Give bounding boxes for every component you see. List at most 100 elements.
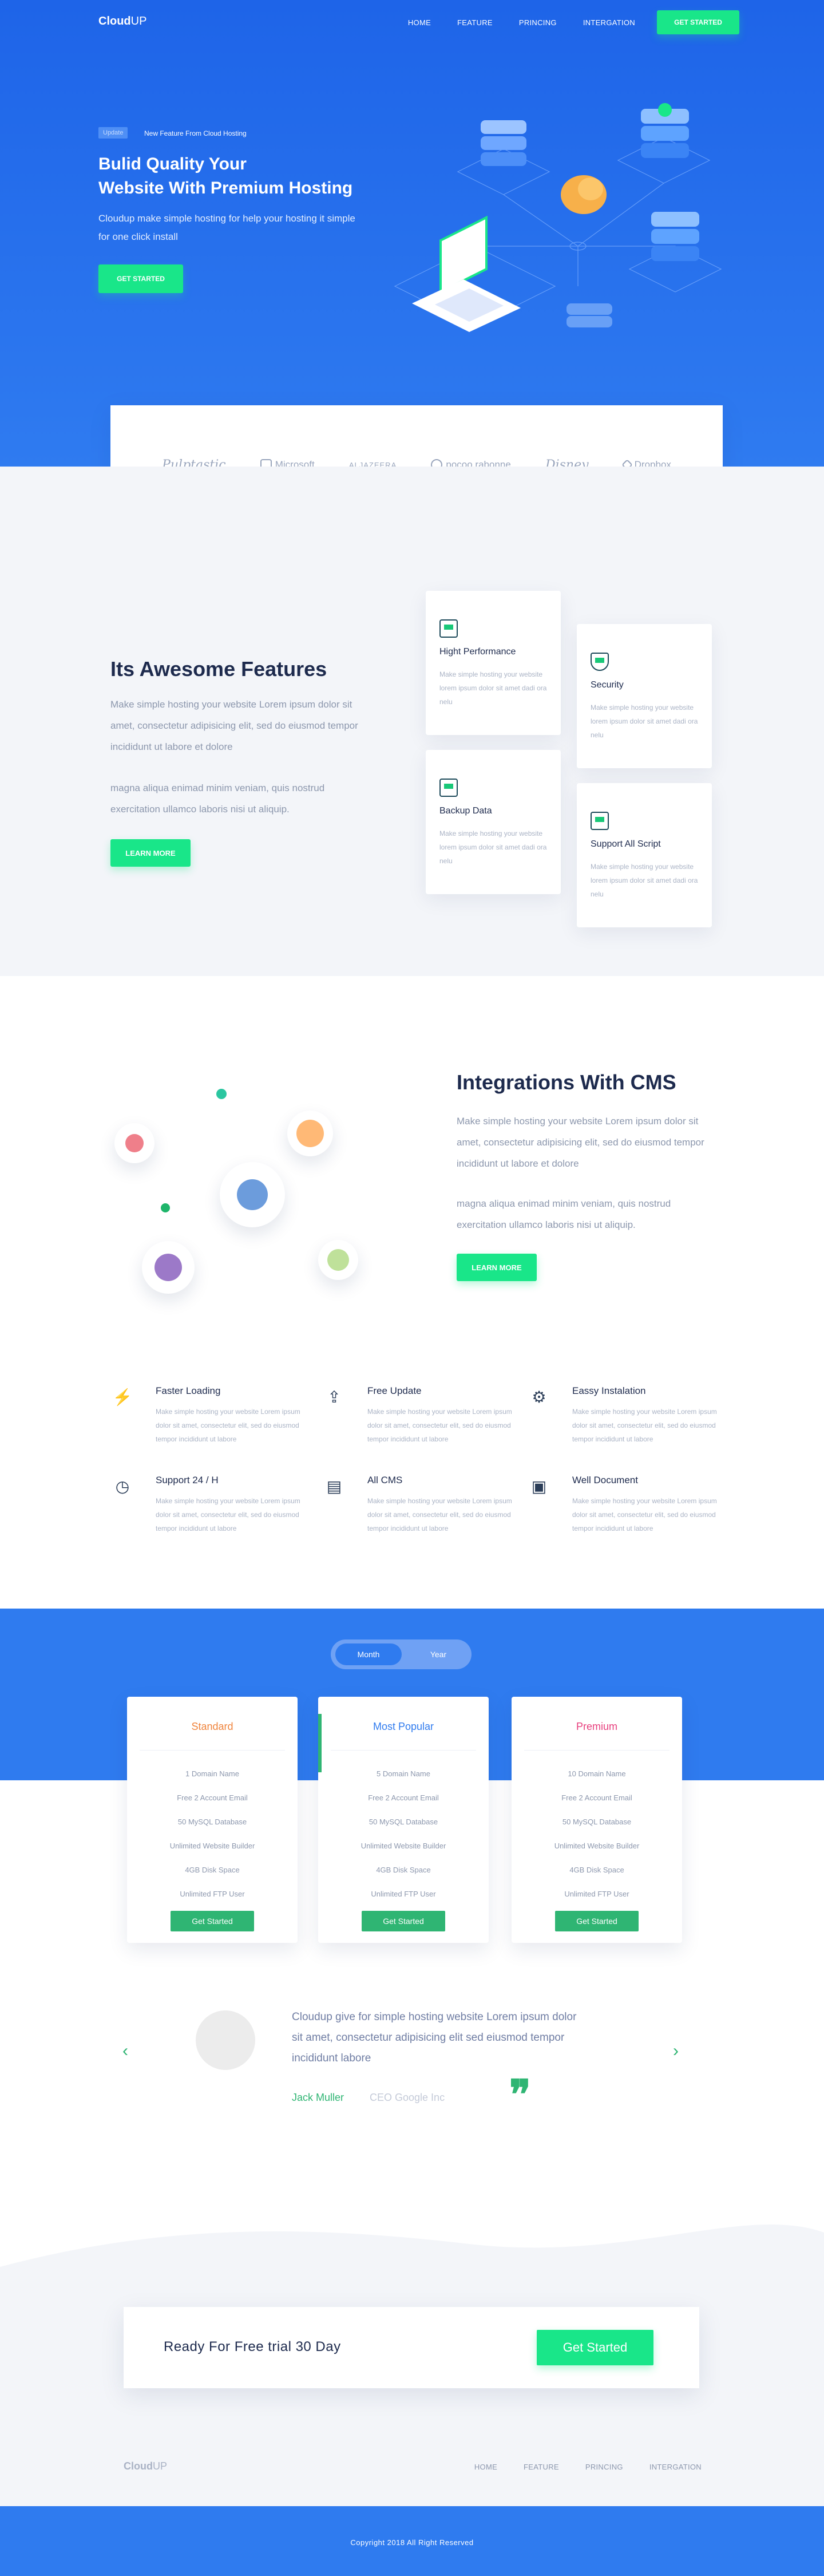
service-text: Make simple hosting your website Lorem i… bbox=[367, 1408, 512, 1443]
premium-get-started-button[interactable]: Get Started bbox=[555, 1911, 639, 1931]
logo[interactable]: CloudUP bbox=[98, 15, 146, 28]
server-stack-left bbox=[481, 120, 526, 166]
service-title: Support 24 / H bbox=[156, 1475, 219, 1485]
plan-feature: Free 2 Account Email bbox=[177, 1793, 248, 1802]
hero-get-started-button[interactable]: GET STARTED bbox=[98, 264, 183, 293]
document-icon: ▣ bbox=[531, 1477, 547, 1495]
script-icon bbox=[591, 812, 609, 830]
service-text: Make simple hosting your website Lorem i… bbox=[572, 1497, 717, 1532]
integrations-title: Integrations With CMS bbox=[457, 1070, 676, 1094]
pricing-card-standard: Standard 1 Domain Name Free 2 Account Em… bbox=[127, 1697, 298, 1943]
plan-feature: Free 2 Account Email bbox=[561, 1793, 632, 1802]
service-title: Eassy Instalation bbox=[572, 1385, 646, 1396]
feature-card-title: Security bbox=[591, 680, 624, 690]
laptop bbox=[412, 215, 521, 332]
plan-feature: 4GB Disk Space bbox=[376, 1866, 431, 1874]
testimonial-prev-arrow[interactable]: ‹ bbox=[122, 2041, 128, 2061]
cms-dot-green bbox=[161, 1203, 170, 1212]
plan-feature: Unlimited Website Builder bbox=[169, 1842, 255, 1850]
backup-icon bbox=[439, 779, 458, 797]
header-get-started-button[interactable]: GET STARTED bbox=[657, 10, 739, 34]
feature-card-text: Make simple hosting your website lorem i… bbox=[439, 829, 547, 865]
hero-title-line2: Website With Premium Hosting bbox=[98, 179, 353, 197]
divider bbox=[331, 1750, 476, 1751]
footer-nav-integration[interactable]: INTERGATION bbox=[649, 2463, 702, 2471]
service-title: All CMS bbox=[367, 1475, 403, 1485]
features-paragraph-2: magna aliqua enimad minim veniam, quis n… bbox=[110, 783, 325, 815]
standard-get-started-button[interactable]: Get Started bbox=[171, 1911, 254, 1931]
service-text: Make simple hosting your website Lorem i… bbox=[156, 1408, 300, 1443]
footer-logo-text: Cloud bbox=[124, 2460, 153, 2472]
security-icon bbox=[591, 653, 609, 671]
cms-dot-purple bbox=[154, 1254, 182, 1281]
cms-icon: ▤ bbox=[326, 1477, 342, 1495]
plan-name: Most Popular bbox=[373, 1721, 434, 1732]
divider bbox=[140, 1750, 285, 1751]
footer-nav-home[interactable]: HOME bbox=[474, 2463, 497, 2471]
hero-server-illustration bbox=[394, 103, 722, 332]
divider bbox=[524, 1750, 670, 1751]
nav-feature[interactable]: FEATURE bbox=[457, 18, 493, 27]
cms-dot-pink bbox=[125, 1134, 144, 1152]
features-learn-more-button[interactable]: LEARN MORE bbox=[110, 839, 191, 867]
plan-name: Standard bbox=[191, 1721, 233, 1732]
plan-feature: Unlimited Website Builder bbox=[554, 1842, 640, 1850]
main-nav: HOME FEATURE PRINCING INTERGATION bbox=[408, 18, 635, 27]
pricing-card-most-popular: Most Popular 5 Domain Name Free 2 Accoun… bbox=[318, 1697, 489, 1943]
hero-section: CloudUP HOME FEATURE PRINCING INTERGATIO… bbox=[0, 0, 824, 467]
plan-feature: Unlimited FTP User bbox=[371, 1890, 436, 1898]
nav-home[interactable]: HOME bbox=[408, 18, 431, 27]
integrations-learn-more-button[interactable]: LEARN MORE bbox=[457, 1254, 537, 1281]
plan-name: Premium bbox=[576, 1721, 617, 1732]
footer-nav-feature[interactable]: FEATURE bbox=[524, 2463, 559, 2471]
plan-feature: Unlimited Website Builder bbox=[360, 1842, 446, 1850]
feature-card-title: Support All Script bbox=[591, 839, 661, 849]
pricing-card-premium: Premium 10 Domain Name Free 2 Account Em… bbox=[512, 1697, 682, 1943]
trial-get-started-button[interactable]: Get Started bbox=[537, 2330, 653, 2365]
footer-logo[interactable]: CloudUP bbox=[124, 2460, 167, 2472]
plan-feature: 5 Domain Name bbox=[377, 1769, 430, 1778]
feature-card-text: Make simple hosting your website lorem i… bbox=[591, 863, 698, 898]
cms-dot-blue bbox=[237, 1179, 268, 1210]
popular-get-started-button[interactable]: Get Started bbox=[362, 1911, 445, 1931]
footer-nav: HOME FEATURE PRINCING INTERGATION bbox=[474, 2463, 702, 2471]
avatar bbox=[196, 2010, 255, 2070]
nav-pricing[interactable]: PRINCING bbox=[519, 18, 557, 27]
feature-card-text: Make simple hosting your website lorem i… bbox=[439, 670, 547, 706]
copyright: Copyright 2018 All Right Reserved bbox=[350, 2538, 474, 2547]
hero-title: Bulid Quality Your Website With Premium H… bbox=[98, 152, 396, 200]
service-title: Faster Loading bbox=[156, 1385, 221, 1396]
plan-feature: 50 MySQL Database bbox=[562, 1818, 632, 1826]
plan-feature: 4GB Disk Space bbox=[185, 1866, 240, 1874]
hero-subtitle: Cloudup make simple hosting for help you… bbox=[98, 213, 355, 242]
plan-feature: Unlimited FTP User bbox=[180, 1890, 245, 1898]
service-title: Well Document bbox=[572, 1475, 638, 1485]
badge-text: New Feature From Cloud Hosting bbox=[144, 129, 247, 137]
trial-cta-title: Ready For Free trial 30 Day bbox=[164, 2339, 341, 2354]
toggle-month[interactable]: Month bbox=[335, 1643, 402, 1665]
integrations-paragraph-1: Make simple hosting your website Lorem i… bbox=[457, 1116, 704, 1169]
feature-card-title: Hight Performance bbox=[439, 647, 516, 657]
update-badge: Update bbox=[98, 127, 128, 139]
testimonial-role: CEO Google Inc bbox=[370, 2092, 445, 2103]
feature-card-script: Support All Script Make simple hosting y… bbox=[577, 783, 712, 927]
testimonial-author: Jack Muller bbox=[292, 2092, 344, 2103]
plan-feature: Unlimited FTP User bbox=[564, 1890, 629, 1898]
logo-text: Cloud bbox=[98, 15, 131, 27]
nav-integration[interactable]: INTERGATION bbox=[583, 18, 635, 27]
footer-nav-pricing[interactable]: PRINCING bbox=[585, 2463, 623, 2471]
toggle-year[interactable]: Year bbox=[409, 1643, 468, 1665]
plan-feature: 1 Domain Name bbox=[185, 1769, 239, 1778]
cloud-balloon bbox=[561, 175, 607, 214]
feature-card-performance: Hight Performance Make simple hosting yo… bbox=[426, 591, 561, 735]
plan-features: 1 Domain Name Free 2 Account Email 50 My… bbox=[127, 1762, 298, 1906]
service-text: Make simple hosting your website Lorem i… bbox=[367, 1497, 512, 1532]
testimonial-next-arrow[interactable]: › bbox=[673, 2041, 679, 2061]
logo-accent: UP bbox=[130, 15, 147, 27]
service-text: Make simple hosting your website Lorem i… bbox=[572, 1408, 717, 1443]
plan-feature: 50 MySQL Database bbox=[177, 1818, 247, 1826]
feature-card-text: Make simple hosting your website lorem i… bbox=[591, 704, 698, 739]
billing-toggle[interactable]: Month Year bbox=[331, 1639, 472, 1669]
settings-icon: ⚙ bbox=[532, 1388, 546, 1406]
testimonial-quote: Cloudup give for simple hosting website … bbox=[292, 2011, 577, 2064]
